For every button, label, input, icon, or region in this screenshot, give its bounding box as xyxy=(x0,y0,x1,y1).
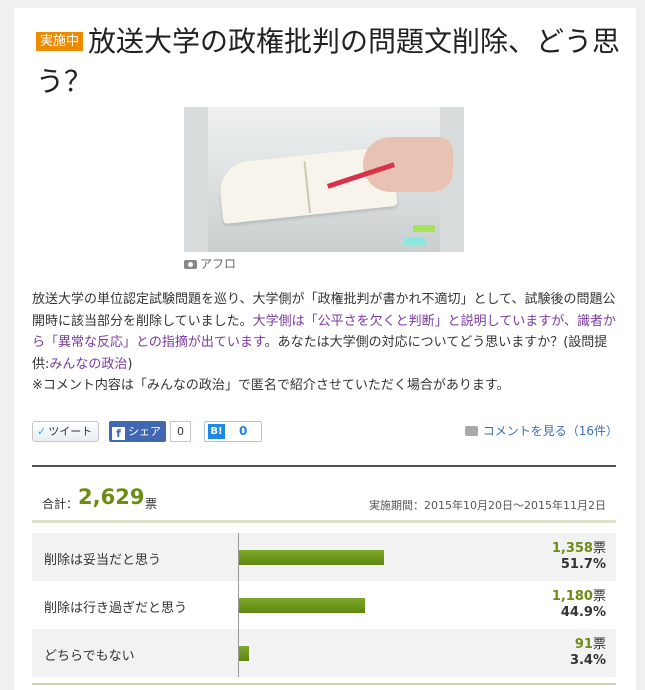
divider xyxy=(32,520,616,523)
total-row: 合計： 2,629 票 実施期間：2015年10月20日～2015年11月2日 xyxy=(32,467,616,517)
article-card: 実施中 放送大学の政権批判の問題文削除、どう思う？ アフロ 放送大学の単位認定試験… xyxy=(14,8,636,690)
vote-number: 1,180 xyxy=(551,589,593,604)
tweet-button[interactable]: ✓ ツイート xyxy=(32,421,100,442)
photo-credit: アフロ xyxy=(200,257,237,271)
hatena-bookmark-button[interactable]: B! 0 xyxy=(204,421,262,442)
share-label: シェア xyxy=(128,425,161,438)
result-row: どちらでもない 91票 3.4% xyxy=(32,629,616,677)
vote-percent: 3.4% xyxy=(569,653,606,668)
view-comments-link[interactable]: コメントを見る（16件） xyxy=(464,421,618,441)
total-unit: 票 xyxy=(145,497,158,511)
page-title-text: 放送大学の政権批判の問題文削除、どう思う？ xyxy=(36,25,621,98)
hatena-count: 0 xyxy=(239,424,248,438)
result-bar xyxy=(239,646,249,661)
result-bar xyxy=(239,598,365,613)
option-label: どちらでもない xyxy=(44,649,135,664)
view-comments-label: コメントを見る（16件） xyxy=(482,424,618,438)
facebook-icon: f xyxy=(112,427,125,440)
vote-count: 1,180票 xyxy=(552,585,606,604)
share-count: 0 xyxy=(170,421,191,442)
description: 放送大学の単位認定試験問題を巡り、大学側が「政権批判が書かれ不適切」として、試験… xyxy=(32,289,622,397)
result-row: 削除は行き過ぎだと思う 1,180票 44.9% xyxy=(32,581,616,629)
status-badge: 実施中 xyxy=(36,32,84,51)
vote-number: 91 xyxy=(574,637,593,652)
vote-percent: 51.7% xyxy=(560,557,606,572)
divider xyxy=(32,683,616,685)
tweet-label: ツイート xyxy=(48,425,93,438)
page-title: 実施中 放送大学の政権批判の問題文削除、どう思う？ xyxy=(36,22,621,102)
vote-unit: 票 xyxy=(592,589,606,604)
total-label: 合計： xyxy=(42,497,79,511)
result-bar xyxy=(239,550,384,565)
title-block: 実施中 放送大学の政権批判の問題文削除、どう思う？ xyxy=(36,22,621,102)
hatena-icon: B! xyxy=(208,424,225,439)
vote-unit: 票 xyxy=(592,637,606,652)
vote-count: 91票 xyxy=(575,633,606,652)
vote-unit: 票 xyxy=(592,541,606,556)
comment-bubble-icon xyxy=(464,426,478,436)
article-photo: アフロ xyxy=(184,107,464,272)
option-label: 削除は行き過ぎだと思う xyxy=(44,601,188,616)
source-link[interactable]: みんなの政治 xyxy=(49,357,127,372)
vote-percent: 44.9% xyxy=(560,605,606,620)
poll-results: 合計： 2,629 票 実施期間：2015年10月20日～2015年11月2日 … xyxy=(32,467,616,685)
option-label: 削除は妥当だと思う xyxy=(44,553,162,568)
total-votes: 2,629 xyxy=(78,485,145,509)
results-chart: 削除は妥当だと思う 1,358票 51.7% 削除は行き過ぎだと思う 1,180票 44.… xyxy=(32,533,616,677)
twitter-bird-icon: ✓ xyxy=(37,425,47,438)
description-text-3: ) xyxy=(127,356,133,372)
vote-count: 1,358票 xyxy=(552,537,606,556)
photo-image xyxy=(184,107,464,252)
vote-number: 1,358 xyxy=(551,541,593,556)
facebook-share-button[interactable]: f シェア xyxy=(109,421,166,442)
result-row: 削除は妥当だと思う 1,358票 51.7% xyxy=(32,533,616,581)
poll-period: 実施期間：2015年10月20日～2015年11月2日 xyxy=(369,499,606,512)
camera-icon xyxy=(184,260,197,269)
social-bar: ✓ ツイート f シェア 0 B! 0 コメントを見る（16件） xyxy=(32,421,624,443)
photo-caption: アフロ xyxy=(184,256,464,272)
description-note: ※コメント内容は「みんなの政治」で匿名で紹介させていただく場合があります。 xyxy=(32,378,510,393)
